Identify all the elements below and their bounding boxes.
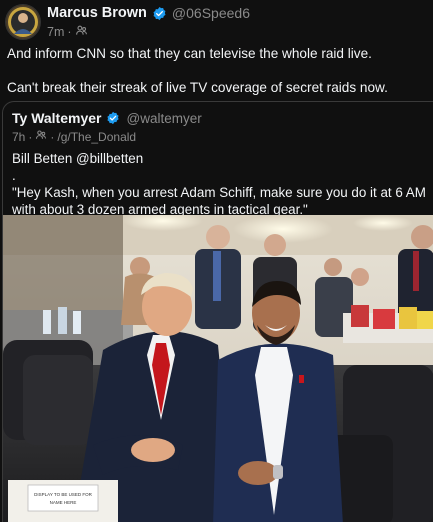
verified-badge-icon [152,6,167,21]
author-handle[interactable]: @06Speed6 [172,5,250,21]
quoted-time[interactable]: 7h [12,130,25,144]
post-meta: 7m · [47,24,88,40]
meta-separator: · [50,129,55,144]
quoted-meta: 7h · · /g/The_Donald [12,129,136,144]
community-link[interactable]: /g/The_Donald [57,130,136,144]
card-text-2: NAME HERE [50,500,77,505]
quoted-line: . [12,168,16,183]
community-icon [35,129,47,144]
quoted-line: "Hey Kash, when you arrest Adam Schiff, … [12,185,426,217]
post-body: And inform CNN so that they can televise… [7,45,427,96]
quoted-line: Bill Betten @billbetten [12,151,144,166]
post-paragraph: And inform CNN so that they can televise… [7,46,372,61]
quoted-header: Ty Waltemyer @waltemyer [12,110,202,126]
author-name[interactable]: Marcus Brown [47,5,147,21]
quoted-author-name[interactable]: Ty Waltemyer [12,110,101,126]
quoted-photo[interactable]: DISPLAY TO BE USED FOR NAME HERE [3,211,433,522]
post-time[interactable]: 7m [47,25,64,39]
meta-separator: · [28,129,33,144]
meta-separator: · [67,25,72,39]
verified-badge-icon [106,111,121,126]
community-icon [75,24,88,40]
quoted-post[interactable]: Ty Waltemyer @waltemyer 7h · · /g/The_Do… [2,101,433,522]
quoted-body: Bill Betten @billbetten . "Hey Kash, whe… [12,150,427,218]
author-avatar[interactable] [5,4,41,40]
post-header: Marcus Brown @06Speed6 [47,4,250,22]
quoted-author-handle[interactable]: @waltemyer [126,111,201,126]
post: Marcus Brown @06Speed6 7m · And inform C… [0,0,433,522]
post-paragraph: Can't break their streak of live TV cove… [7,80,388,95]
card-text-1: DISPLAY TO BE USED FOR [34,492,92,497]
